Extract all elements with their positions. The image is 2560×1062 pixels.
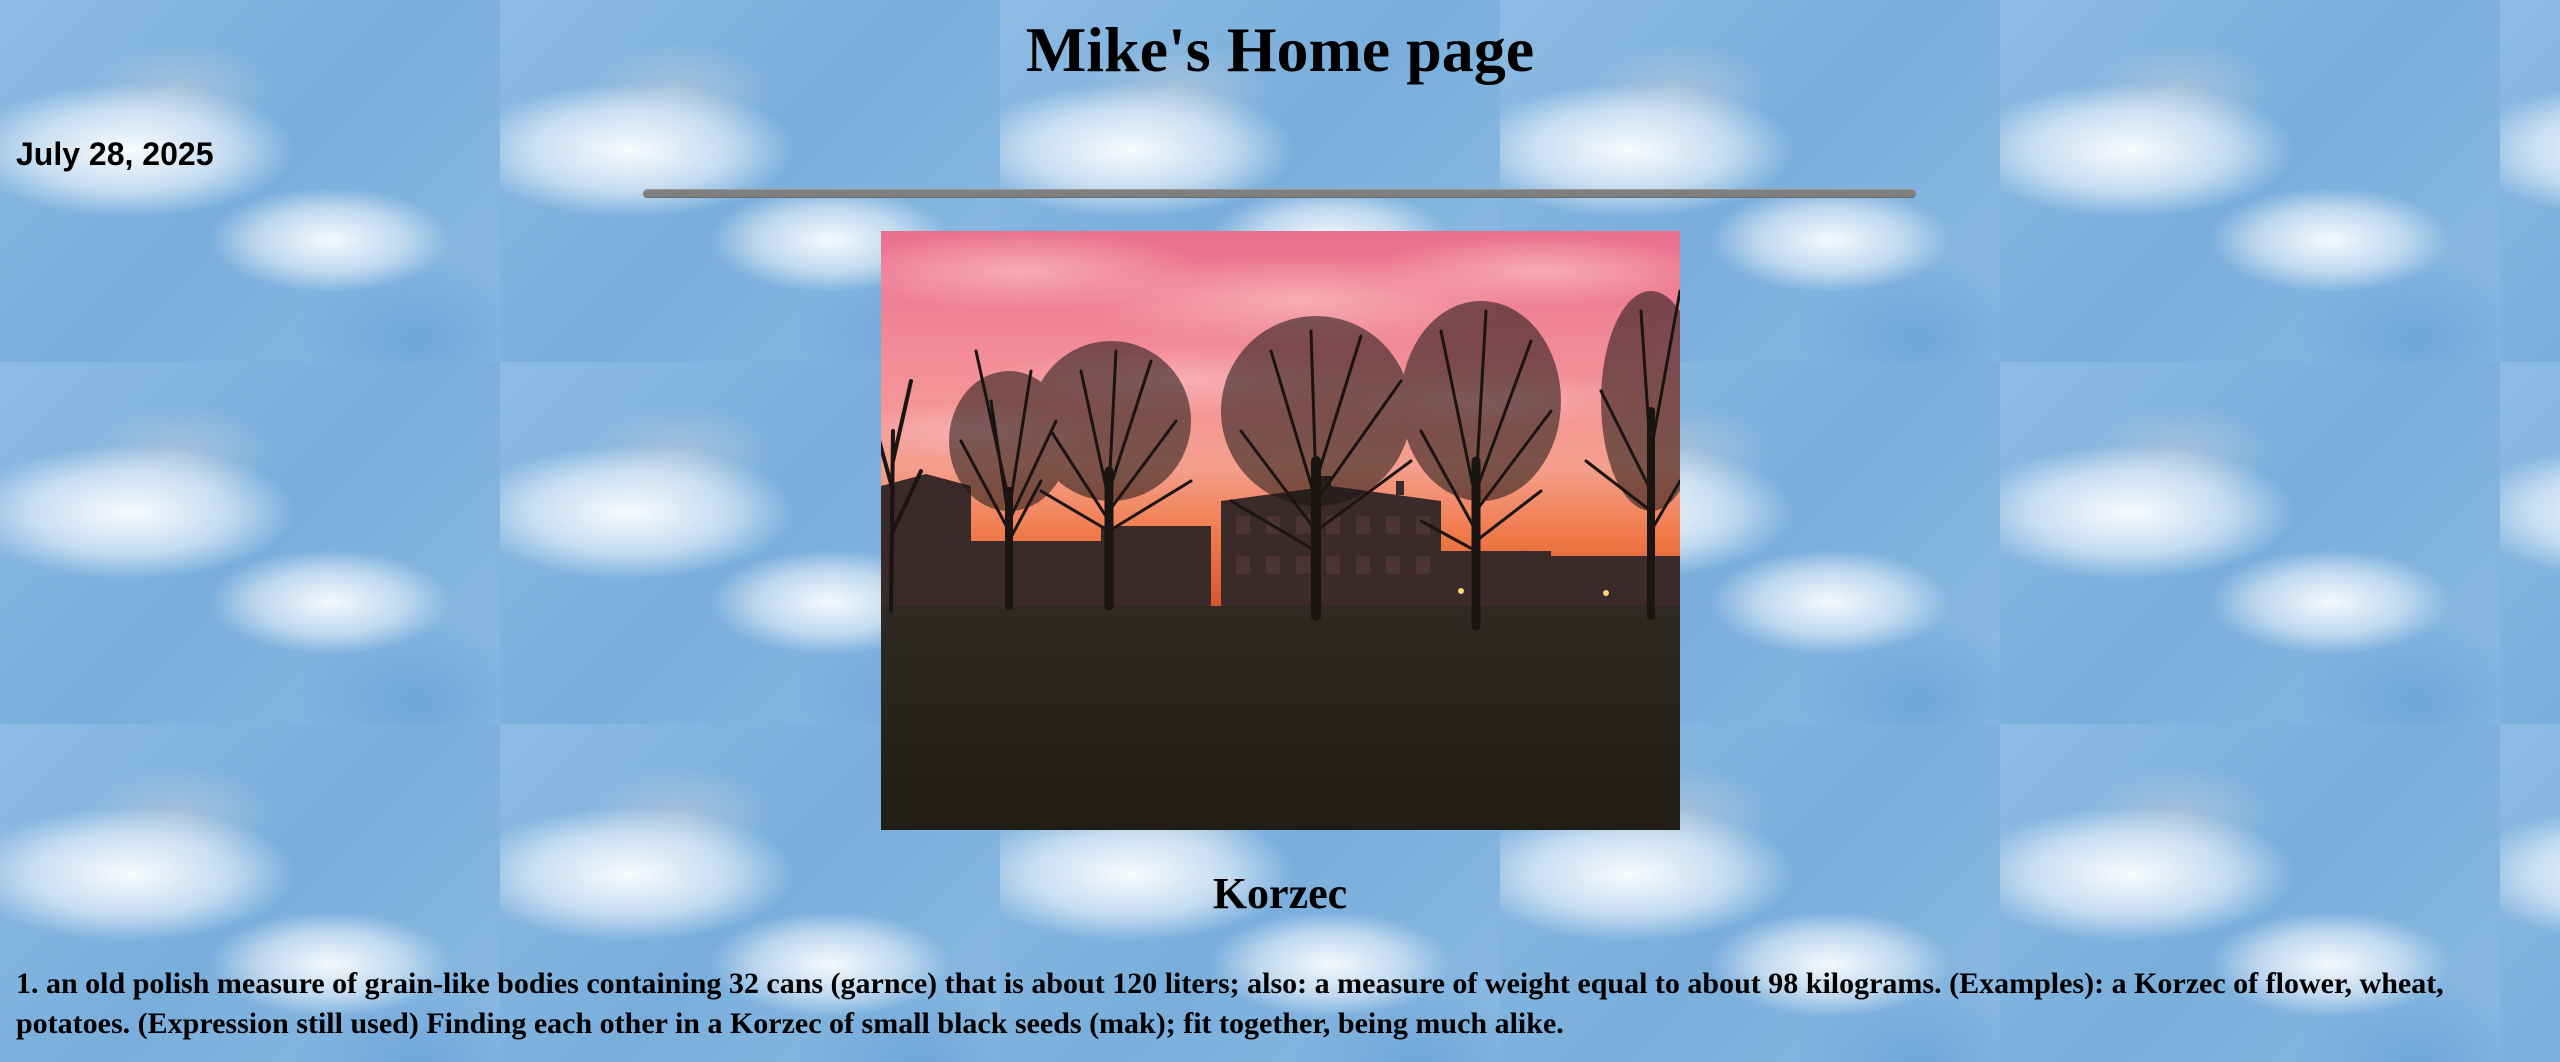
page-title: Mike's Home page [1025,14,1535,85]
korzec-definition: 1. an old polish measure of grain-like b… [16,967,2444,1040]
page-date: July 28, 2025 [16,136,214,172]
sunset-photo [881,231,1680,830]
photo-caption: Korzec [1212,869,1348,918]
page-body: { "page": { "title": "Mike's Home page",… [0,0,2560,1062]
title-divider [643,189,1916,198]
